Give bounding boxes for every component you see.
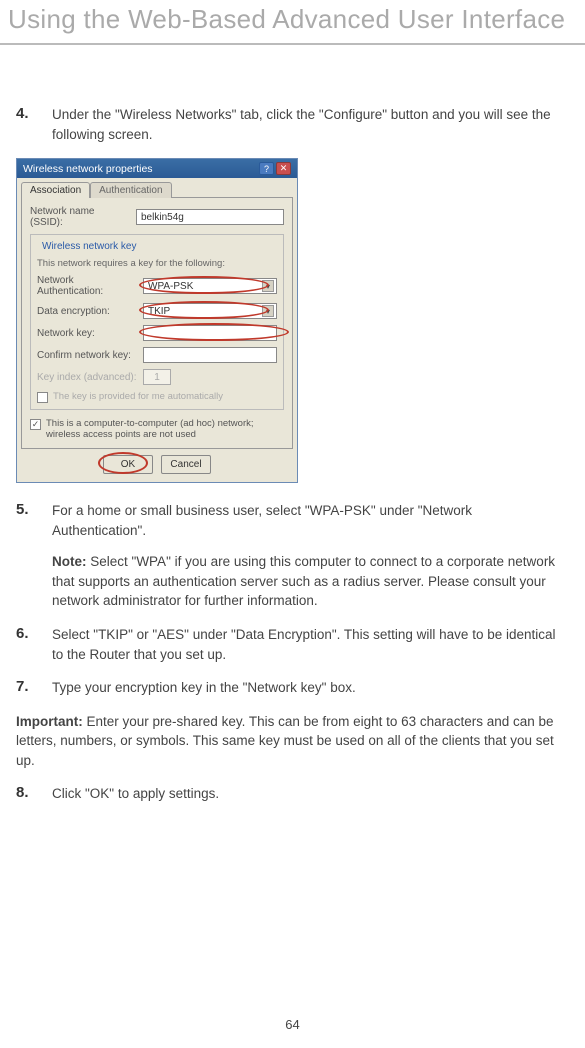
help-button[interactable]: ? — [259, 162, 274, 175]
tab-strip: Association Authentication — [21, 182, 293, 198]
ssid-input[interactable]: belkin54g — [136, 209, 284, 225]
key-group: Wireless network key This network requir… — [30, 234, 284, 410]
step-8: 8. Click "OK" to apply settings. — [16, 784, 569, 804]
step-number: 8. — [16, 784, 36, 804]
close-button[interactable]: ✕ — [276, 162, 291, 175]
tab-authentication[interactable]: Authentication — [90, 182, 171, 198]
step-number: 6. — [16, 625, 36, 664]
key-row: Network key: — [37, 325, 277, 341]
step5-main: For a home or small business user, selec… — [52, 503, 472, 538]
content-tail: 8. Click "OK" to apply settings. — [0, 784, 585, 804]
step-4: 4. Under the "Wireless Networks" tab, cl… — [16, 105, 569, 144]
confirm-row: Confirm network key: — [37, 347, 277, 363]
step-text: Under the "Wireless Networks" tab, click… — [52, 105, 569, 144]
tab-association[interactable]: Association — [21, 182, 90, 198]
step-7: 7. Type your encryption key in the "Netw… — [16, 678, 569, 698]
enc-select[interactable]: TKIP ▾ — [143, 303, 277, 319]
enc-label: Data encryption: — [37, 306, 137, 317]
auth-select[interactable]: WPA-PSK ▾ — [143, 278, 277, 294]
confirm-label: Confirm network key: — [37, 350, 137, 361]
auth-value: WPA-PSK — [148, 281, 193, 292]
step-number: 7. — [16, 678, 36, 698]
step-text: Click "OK" to apply settings. — [52, 784, 219, 804]
page-number: 64 — [285, 1017, 299, 1032]
index-row: Key index (advanced): 1 — [37, 369, 277, 385]
confirm-input[interactable] — [143, 347, 277, 363]
index-spinner: 1 — [143, 369, 171, 385]
adhoc-row: ✓ This is a computer-to-computer (ad hoc… — [30, 418, 284, 440]
important-block: Important: Enter your pre-shared key. Th… — [16, 712, 569, 771]
auto-key-label: The key is provided for me automatically — [53, 391, 223, 402]
important-text: Enter your pre-shared key. This can be f… — [16, 714, 554, 768]
auto-key-checkbox — [37, 392, 48, 403]
note-label: Note: — [52, 554, 87, 569]
auto-key-row: The key is provided for me automatically — [37, 391, 277, 403]
step-number: 4. — [16, 105, 36, 144]
step-text: Type your encryption key in the "Network… — [52, 678, 356, 698]
adhoc-label: This is a computer-to-computer (ad hoc) … — [46, 418, 284, 440]
cancel-button[interactable]: Cancel — [161, 455, 211, 474]
adhoc-checkbox[interactable]: ✓ — [30, 419, 41, 430]
step-text: Select "TKIP" or "AES" under "Data Encry… — [52, 625, 569, 664]
key-label: Network key: — [37, 328, 137, 339]
page-title: Using the Web-Based Advanced User Interf… — [0, 0, 585, 45]
key-input[interactable] — [143, 325, 277, 341]
ssid-label: Network name (SSID): — [30, 206, 130, 228]
tab-panel: Network name (SSID): belkin54g Wireless … — [21, 197, 293, 449]
group-title: Wireless network key — [39, 241, 139, 252]
wireless-properties-dialog: Wireless network properties ? ✕ Associat… — [16, 158, 298, 483]
chevron-down-icon: ▾ — [262, 280, 274, 292]
auth-row: Network Authentication: WPA-PSK ▾ — [37, 275, 277, 297]
dialog-titlebar: Wireless network properties ? ✕ — [17, 159, 297, 178]
important-label: Important: — [16, 714, 83, 729]
step-6: 6. Select "TKIP" or "AES" under "Data En… — [16, 625, 569, 664]
enc-value: TKIP — [148, 306, 170, 317]
step-5: 5. For a home or small business user, se… — [16, 501, 569, 611]
group-hint: This network requires a key for the foll… — [37, 258, 277, 269]
titlebar-buttons: ? ✕ — [259, 162, 291, 175]
dialog-body: Association Authentication Network name … — [17, 178, 297, 482]
chevron-down-icon: ▾ — [262, 305, 274, 317]
step-number: 5. — [16, 501, 36, 611]
note-block: Note: Select "WPA" if you are using this… — [52, 552, 569, 611]
dialog-title: Wireless network properties — [23, 163, 153, 175]
auth-label: Network Authentication: — [37, 275, 137, 297]
step-text: For a home or small business user, selec… — [52, 501, 569, 611]
note-text: Select "WPA" if you are using this compu… — [52, 554, 555, 608]
enc-row: Data encryption: TKIP ▾ — [37, 303, 277, 319]
ok-button[interactable]: OK — [103, 455, 153, 474]
dialog-button-row: OK Cancel — [21, 449, 293, 478]
ssid-row: Network name (SSID): belkin54g — [30, 206, 284, 228]
index-label: Key index (advanced): — [37, 372, 137, 383]
content-area: 4. Under the "Wireless Networks" tab, cl… — [0, 45, 585, 698]
